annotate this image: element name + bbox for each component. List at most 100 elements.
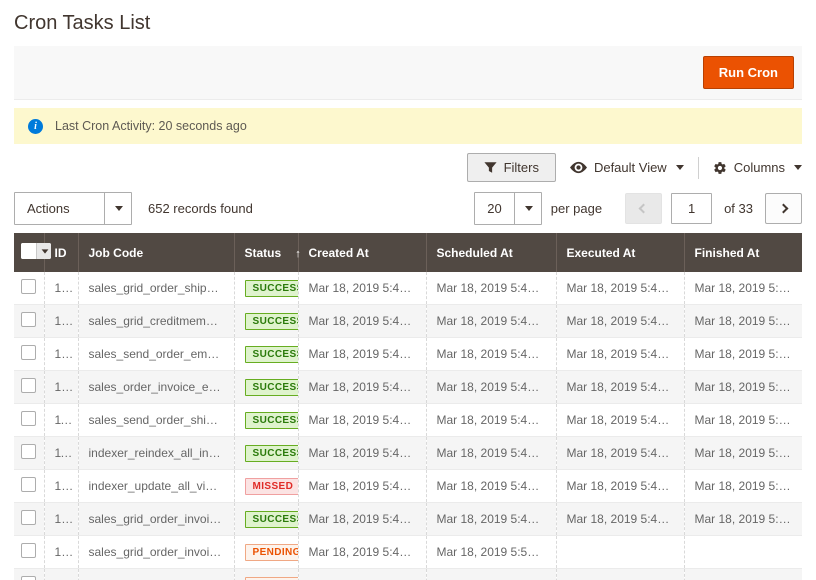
status-badge: PENDING <box>245 577 299 580</box>
column-header-finished-at[interactable]: Finished At <box>684 233 802 272</box>
cell-id: 1196 <box>44 437 78 470</box>
cell-executed-at: Mar 18, 2019 5:47:20 AM <box>556 371 684 404</box>
eye-icon <box>570 161 587 174</box>
status-badge: MISSED <box>245 478 299 495</box>
default-view-dropdown[interactable]: Default View <box>570 160 684 175</box>
cell-finished-at: Mar 18, 2019 5:47:20 AM <box>684 338 802 371</box>
run-cron-button[interactable]: Run Cron <box>703 56 794 89</box>
status-badge: SUCCESS <box>245 280 299 297</box>
cell-id: 1024 <box>44 536 78 569</box>
cell-finished-at: Mar 18, 2019 5:47:20 AM <box>684 404 802 437</box>
cell-id: 1118 <box>44 404 78 437</box>
status-badge: SUCCESS <box>245 346 299 363</box>
per-page-caret <box>514 193 541 224</box>
cell-scheduled-at: Mar 18, 2019 5:53:00 AM <box>426 536 556 569</box>
per-page-value: 20 <box>475 193 513 224</box>
default-view-label: Default View <box>594 160 667 175</box>
status-badge: SUCCESS <box>245 379 299 396</box>
page-title: Cron Tasks List <box>14 12 802 35</box>
cell-finished-at: Mar 18, 2019 5:47:20 AM <box>684 503 802 536</box>
per-page-label: per page <box>551 201 602 216</box>
cron-activity-notice: i Last Cron Activity: 20 seconds ago <box>14 108 802 144</box>
row-checkbox[interactable] <box>21 510 36 525</box>
column-header-scheduled-at[interactable]: Scheduled At <box>426 233 556 272</box>
cell-scheduled-at: Mar 18, 2019 5:47:00 AM <box>426 371 556 404</box>
cell-finished-at: Mar 18, 2019 5:47:20 AM <box>684 371 802 404</box>
cell-scheduled-at: Mar 18, 2019 5:47:00 AM <box>426 503 556 536</box>
status-badge: SUCCESS <box>245 511 299 528</box>
filter-funnel-icon <box>484 161 497 174</box>
select-all-dropdown[interactable] <box>21 243 51 259</box>
select-all-checkbox[interactable] <box>21 243 36 259</box>
cell-executed-at: Mar 18, 2019 5:47:21 AM <box>556 437 684 470</box>
row-checkbox[interactable] <box>21 345 36 360</box>
table-row: 1196 indexer_reindex_all_invalid SUCCESS… <box>14 437 802 470</box>
row-checkbox[interactable] <box>21 411 36 426</box>
filters-button[interactable]: Filters <box>467 153 556 182</box>
cell-created-at: Mar 18, 2019 5:47:13 AM <box>298 437 426 470</box>
chevron-left-icon <box>639 204 649 214</box>
gear-icon <box>713 161 727 175</box>
table-row: 1098 sales_order_invoice_emails SUCCESS … <box>14 371 802 404</box>
row-checkbox[interactable] <box>21 576 36 580</box>
cell-finished-at: Mar 18, 2019 5:47:21 AM <box>684 437 802 470</box>
cell-created-at: Mar 18, 2019 5:47:11 AM <box>298 404 426 437</box>
table-row: 1118 sales_send_order_shipment SUCCESS M… <box>14 404 802 437</box>
cell-job-code: sales_grid_order_invoice_async <box>78 536 234 569</box>
cell-job-code: sales_order_invoice_emails <box>78 371 234 404</box>
cell-executed-at: Mar 18, 2019 5:47:20 AM <box>556 305 684 338</box>
cell-created-at: Mar 18, 2019 5:47:11 AM <box>298 371 426 404</box>
cell-id: 1018 <box>44 503 78 536</box>
status-badge: SUCCESS <box>245 313 299 330</box>
cell-job-code: indexer_update_all_views <box>78 470 234 503</box>
column-header-status[interactable]: Status↑ <box>234 233 298 272</box>
cell-executed-at: Mar 18, 2019 5:47:20 AM <box>556 272 684 305</box>
cell-id: 1058 <box>44 305 78 338</box>
per-page-select[interactable]: 20 <box>474 192 541 225</box>
table-header-row: ID Job Code Status↑ Created At Scheduled… <box>14 233 802 272</box>
chevron-down-icon <box>794 165 802 170</box>
cell-scheduled-at: Mar 18, 2019 5:47:00 AM <box>426 470 556 503</box>
next-page-button[interactable] <box>765 193 802 224</box>
table-row: 1018 sales_grid_order_invoice_async SUCC… <box>14 503 802 536</box>
status-badge: SUCCESS <box>245 445 299 462</box>
cell-finished-at <box>684 569 802 580</box>
grid-action-controls: Actions 652 records found 20 per page of… <box>14 192 802 225</box>
info-icon: i <box>28 119 43 134</box>
cell-scheduled-at: Mar 18, 2019 5:54:00 AM <box>426 569 556 580</box>
cell-job-code: sales_grid_creditmemo_async <box>78 305 234 338</box>
cron-tasks-table: ID Job Code Status↑ Created At Scheduled… <box>14 233 802 580</box>
row-checkbox[interactable] <box>21 279 36 294</box>
cell-finished-at <box>684 536 802 569</box>
cell-scheduled-at: Mar 18, 2019 5:47:00 AM <box>426 272 556 305</box>
cell-scheduled-at: Mar 18, 2019 5:47:00 AM <box>426 437 556 470</box>
actions-select[interactable]: Actions <box>14 192 132 225</box>
chevron-down-icon[interactable] <box>36 243 51 259</box>
column-header-created-at[interactable]: Created At <box>298 233 426 272</box>
page-number-input[interactable] <box>671 193 712 224</box>
cell-scheduled-at: Mar 18, 2019 5:47:00 AM <box>426 338 556 371</box>
row-checkbox[interactable] <box>21 378 36 393</box>
select-all-header[interactable] <box>14 233 44 272</box>
table-row: 1078 sales_send_order_emails SUCCESS Mar… <box>14 338 802 371</box>
table-row: 1038 sales_grid_order_shipment SUCCESS M… <box>14 272 802 305</box>
row-checkbox[interactable] <box>21 477 36 492</box>
cell-id: 1038 <box>44 272 78 305</box>
columns-dropdown[interactable]: Columns <box>713 160 802 175</box>
columns-label: Columns <box>734 160 785 175</box>
row-checkbox[interactable] <box>21 312 36 327</box>
cell-job-code: sales_send_order_emails <box>78 338 234 371</box>
row-checkbox[interactable] <box>21 543 36 558</box>
column-header-executed-at[interactable]: Executed At <box>556 233 684 272</box>
previous-page-button <box>625 193 662 224</box>
cell-scheduled-at: Mar 18, 2019 5:47:00 AM <box>426 305 556 338</box>
row-checkbox[interactable] <box>21 444 36 459</box>
filters-label: Filters <box>504 160 539 175</box>
cell-executed-at: Mar 18, 2019 5:47:20 AM <box>556 503 684 536</box>
cell-created-at: Mar 18, 2019 5:47:13 AM <box>298 470 426 503</box>
cron-tasks-page: Cron Tasks List Run Cron i Last Cron Act… <box>0 12 816 580</box>
cell-finished-at: Mar 18, 2019 5:47:21 AM <box>684 470 802 503</box>
column-header-job-code[interactable]: Job Code <box>78 233 234 272</box>
cell-created-at: Mar 18, 2019 5:47:11 AM <box>298 272 426 305</box>
cell-id: 1098 <box>44 371 78 404</box>
